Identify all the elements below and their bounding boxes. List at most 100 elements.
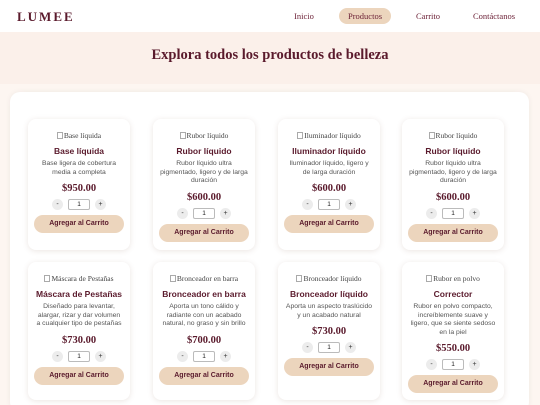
product-image: Máscara de Pestañas [28, 274, 130, 284]
broken-image-icon [297, 132, 304, 139]
quantity-input[interactable]: 1 [442, 359, 464, 371]
hero-banner: Explora todos los productos de belleza [0, 32, 540, 84]
product-image-alt: Rubor líquido [186, 131, 229, 140]
add-to-cart-button[interactable]: Agregar al Carrito [408, 223, 498, 242]
product-price: $730.00 [61, 334, 97, 346]
nav-contactanos[interactable]: Contáctanos [466, 8, 522, 24]
increase-button[interactable]: + [345, 342, 356, 354]
quantity-input[interactable]: 1 [318, 199, 340, 211]
product-image-alt: Rubor líquido [435, 131, 478, 140]
decrease-button[interactable]: - [302, 199, 313, 211]
product-image: Base líquida [28, 131, 130, 141]
product-description: Iluminador líquido, ligero y de larga du… [289, 160, 369, 176]
increase-button[interactable]: + [469, 359, 480, 371]
product-price: $700.00 [186, 334, 222, 346]
product-description: Aporta un aspecto traslúcido y un acabad… [285, 303, 373, 319]
add-to-cart-button[interactable]: Agregar al Carrito [284, 358, 374, 377]
page-title: Explora todos los productos de belleza [151, 47, 389, 63]
quantity-input[interactable]: 1 [68, 199, 90, 211]
product-description: Aporta un tono cálido y radiante con un … [162, 303, 246, 328]
product-price: $600.00 [311, 183, 347, 195]
broken-image-icon [44, 275, 51, 282]
product-description: Rubor en polvo compacto, increíblemente … [410, 303, 496, 336]
product-name: Bronceador líquido [290, 289, 368, 299]
product-description: Rubor líquido ultra pigmentado, ligero y… [409, 160, 497, 185]
product-description: Diseñado para levantar, alargar, rizar y… [36, 303, 122, 328]
broken-image-icon [169, 275, 176, 282]
nav-carrito[interactable]: Carrito [409, 8, 447, 24]
broken-image-icon [428, 132, 435, 139]
decrease-button[interactable]: - [177, 207, 188, 219]
increase-button[interactable]: + [345, 199, 356, 211]
product-description: Rubor líquido ultra pigmentado, ligero y… [160, 160, 248, 185]
product-image: Bronceador líquido [278, 274, 380, 284]
add-to-cart-button[interactable]: Agregar al Carrito [159, 366, 249, 385]
product-description: Base ligera de cobertura media a complet… [41, 160, 117, 176]
product-price: $600.00 [186, 191, 222, 203]
quantity-stepper: - 1 + [28, 350, 130, 362]
broken-image-icon [426, 275, 433, 282]
product-name: Base líquida [53, 146, 105, 156]
increase-button[interactable]: + [95, 199, 106, 211]
product-name: Iluminador líquido [292, 146, 366, 156]
broken-image-icon [296, 275, 303, 282]
quantity-input[interactable]: 1 [442, 207, 464, 219]
product-name: Rubor líquido [425, 146, 481, 156]
add-to-cart-button[interactable]: Agregar al Carrito [159, 223, 249, 242]
product-image: Rubor en polvo [402, 274, 504, 284]
add-to-cart-button[interactable]: Agregar al Carrito [408, 375, 498, 394]
product-price: $600.00 [435, 191, 471, 203]
decrease-button[interactable]: - [426, 207, 437, 219]
brand-logo[interactable]: LUMEE [17, 9, 75, 25]
quantity-input[interactable]: 1 [193, 350, 215, 362]
decrease-button[interactable]: - [426, 359, 437, 371]
product-price: $730.00 [311, 326, 347, 338]
product-card: Rubor en polvo Corrector Rubor en polvo … [402, 262, 504, 400]
quantity-stepper: - 1 + [153, 350, 255, 362]
product-name: Bronceador en barra [162, 289, 246, 299]
quantity-stepper: - 1 + [153, 207, 255, 219]
product-card: Rubor líquido Rubor líquido Rubor líquid… [402, 119, 504, 250]
product-image-alt: Bronceador en barra [176, 274, 239, 283]
add-to-cart-button[interactable]: Agregar al Carrito [34, 215, 124, 234]
product-image-alt: Base líquida [63, 131, 102, 140]
quantity-input[interactable]: 1 [68, 350, 90, 362]
decrease-button[interactable]: - [52, 199, 63, 211]
decrease-button[interactable]: - [302, 342, 313, 354]
product-card: Bronceador en barra Bronceador en barra … [153, 262, 255, 400]
product-image: Rubor líquido [402, 131, 504, 141]
product-image: Iluminador líquido [278, 131, 380, 141]
nav-inicio[interactable]: Inicio [286, 8, 322, 24]
increase-button[interactable]: + [469, 207, 480, 219]
decrease-button[interactable]: - [52, 350, 63, 362]
quantity-stepper: - 1 + [402, 207, 504, 219]
quantity-input[interactable]: 1 [318, 342, 340, 354]
product-card: Rubor líquido Rubor líquido Rubor líquid… [153, 119, 255, 250]
product-name: Rubor líquido [176, 146, 232, 156]
product-image-alt: Iluminador líquido [304, 131, 361, 140]
product-card: Bronceador líquido Bronceador líquido Ap… [278, 262, 380, 400]
quantity-stepper: - 1 + [28, 199, 130, 211]
quantity-input[interactable]: 1 [193, 207, 215, 219]
product-price: $550.00 [435, 343, 471, 355]
product-image: Rubor líquido [153, 131, 255, 141]
quantity-stepper: - 1 + [402, 359, 504, 371]
quantity-stepper: - 1 + [278, 199, 380, 211]
nav-productos[interactable]: Productos [339, 8, 391, 24]
product-card: Base líquida Base líquida Base ligera de… [28, 119, 130, 250]
increase-button[interactable]: + [95, 350, 106, 362]
broken-image-icon [56, 132, 63, 139]
increase-button[interactable]: + [220, 207, 231, 219]
product-price: $950.00 [61, 183, 97, 195]
product-image: Bronceador en barra [153, 274, 255, 284]
product-image-alt: Rubor en polvo [433, 274, 480, 283]
navbar: LUMEE Inicio Productos Carrito Contáctan… [0, 0, 540, 32]
quantity-stepper: - 1 + [278, 342, 380, 354]
product-image-alt: Máscara de Pestañas [51, 274, 114, 283]
decrease-button[interactable]: - [177, 350, 188, 362]
add-to-cart-button[interactable]: Agregar al Carrito [34, 366, 124, 385]
product-card: Iluminador líquido Iluminador líquido Il… [278, 119, 380, 250]
increase-button[interactable]: + [220, 350, 231, 362]
add-to-cart-button[interactable]: Agregar al Carrito [284, 215, 374, 234]
product-name: Máscara de Pestañas [36, 289, 122, 299]
